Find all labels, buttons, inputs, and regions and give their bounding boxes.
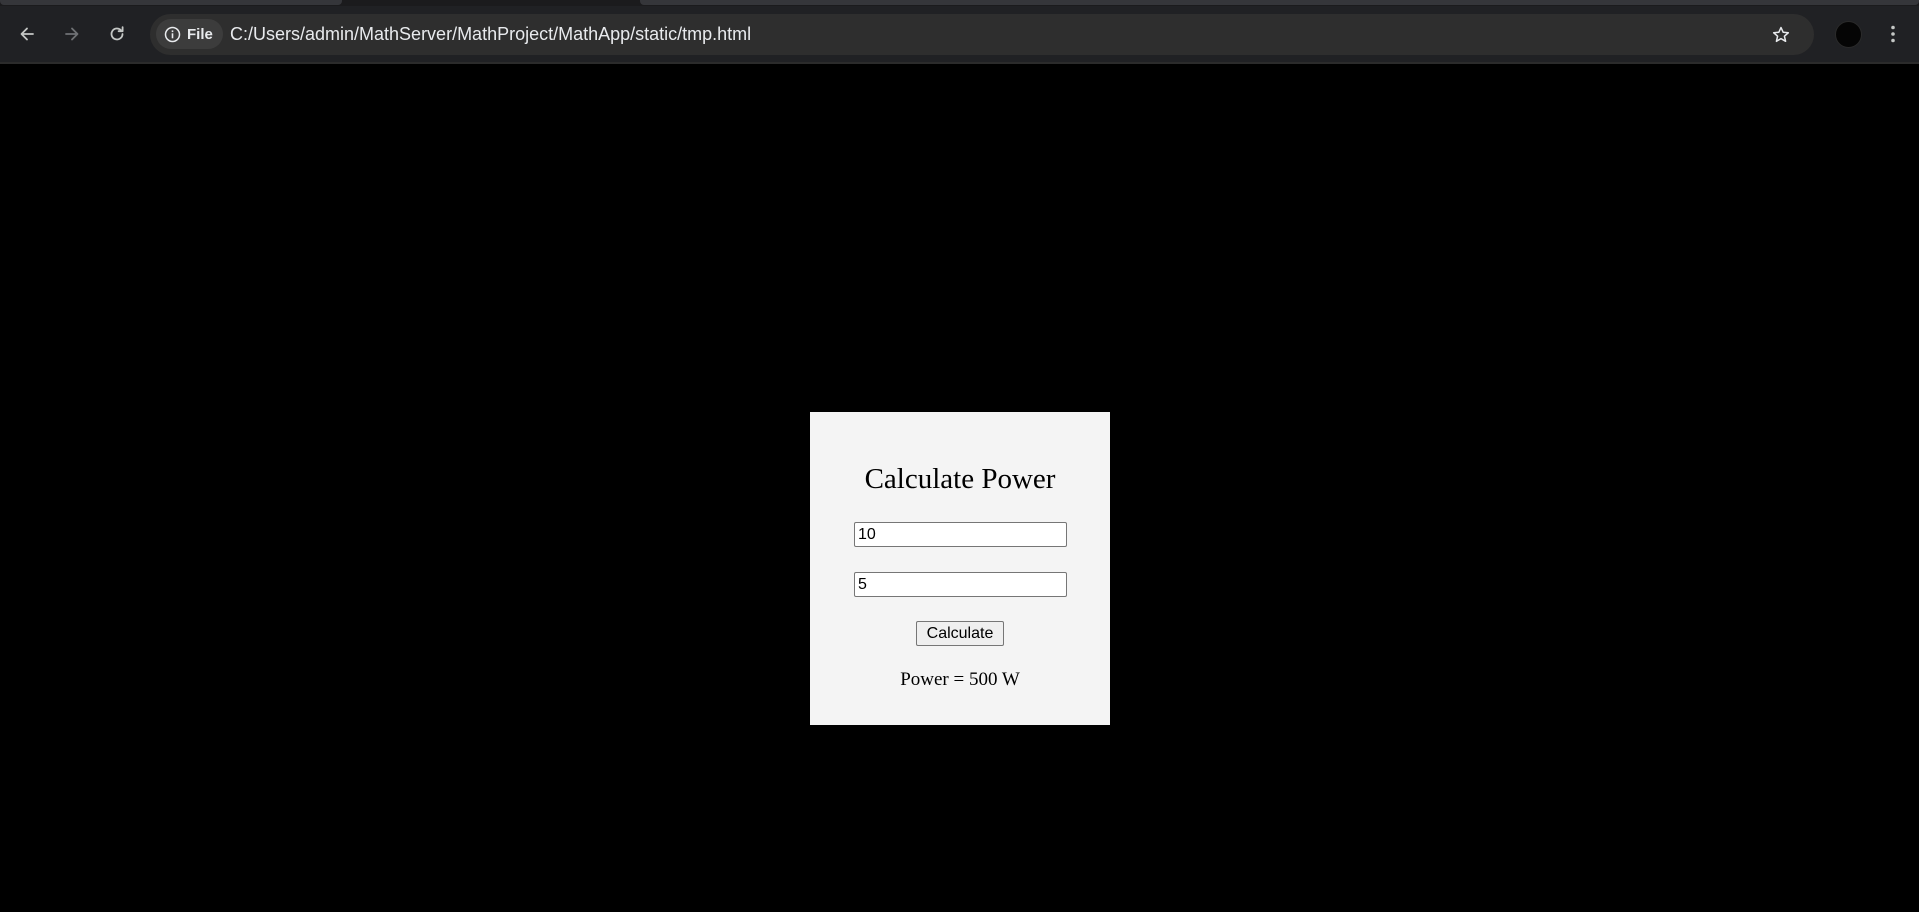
info-icon — [164, 26, 181, 42]
power-calculator-card: Calculate Power Calculate Power = 500 W — [810, 412, 1110, 725]
address-bar[interactable]: File C:/Users/admin/MathServer/MathProje… — [150, 14, 1814, 55]
calculate-button[interactable]: Calculate — [916, 621, 1004, 646]
reload-icon — [110, 26, 124, 41]
url-text[interactable]: C:/Users/admin/MathServer/MathProject/Ma… — [230, 14, 751, 55]
result-text: Power = 500 W — [900, 669, 1020, 690]
second-number-input[interactable] — [854, 572, 1067, 597]
back-button[interactable] — [11, 18, 43, 50]
browser-menu-button[interactable] — [1880, 18, 1906, 50]
tab-edge[interactable] — [640, 0, 1919, 5]
arrow-left-icon — [20, 27, 34, 41]
arrow-right-icon — [65, 27, 79, 41]
bookmark-button[interactable] — [1766, 20, 1796, 50]
reload-button[interactable] — [101, 18, 133, 50]
tab-strip — [0, 0, 1919, 6]
forward-button[interactable] — [56, 18, 88, 50]
page-viewport: Calculate Power Calculate Power = 500 W — [0, 64, 1919, 912]
site-chip-label: File — [187, 25, 213, 43]
star-icon — [1772, 26, 1790, 43]
browser-toolbar: File C:/Users/admin/MathServer/MathProje… — [0, 0, 1919, 64]
avatar[interactable] — [1835, 21, 1862, 48]
site-info-chip[interactable]: File — [156, 19, 223, 49]
first-number-input[interactable] — [854, 522, 1067, 547]
page-title: Calculate Power — [864, 463, 1056, 495]
kebab-menu-icon — [1891, 25, 1895, 43]
tab-edge[interactable] — [0, 0, 342, 5]
